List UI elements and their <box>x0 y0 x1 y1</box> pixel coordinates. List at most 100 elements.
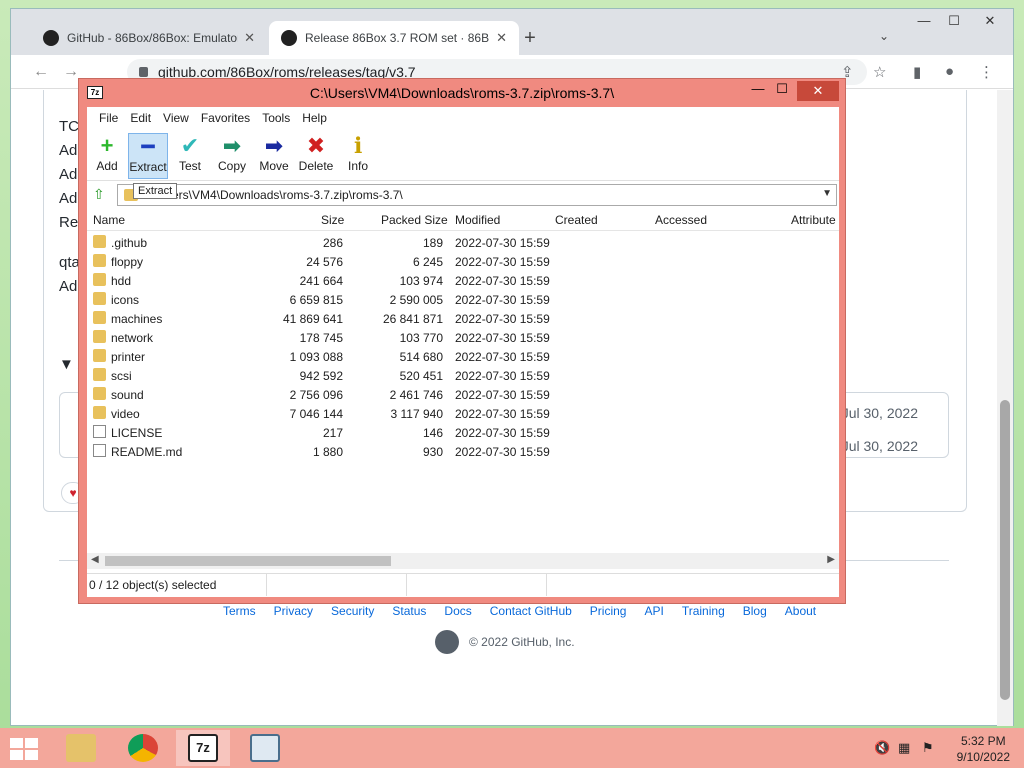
chevron-down-icon[interactable]: ▼ <box>822 188 832 199</box>
action-center-icon[interactable]: ⚑ <box>922 740 934 756</box>
menu-icon[interactable]: ⋮ <box>979 63 994 81</box>
side-panel-icon[interactable]: ▮ <box>913 63 921 81</box>
close-button[interactable]: ✕ <box>797 81 839 101</box>
text-stub: Re <box>59 214 79 231</box>
footer-link[interactable]: Blog <box>743 604 767 618</box>
file-row[interactable]: machines 41 869 641 26 841 871 2022-07-30 1… <box>87 309 839 328</box>
column-modified[interactable]: Modified <box>455 213 500 227</box>
footer-link[interactable]: Docs <box>444 604 471 618</box>
scrollbar-thumb[interactable] <box>1000 400 1010 700</box>
info-icon: ℹ <box>353 133 363 158</box>
folder-icon <box>93 406 106 419</box>
column-accessed[interactable]: Accessed <box>655 213 707 227</box>
scrollbar-thumb[interactable] <box>105 556 391 566</box>
horizontal-scrollbar[interactable]: ◀ ▶ <box>87 553 839 569</box>
file-packed-size: 26 841 871 <box>382 312 443 326</box>
file-row[interactable]: icons 6 659 815 2 590 005 2022-07-30 15:59 <box>87 290 839 309</box>
footer-link[interactable]: About <box>785 604 816 618</box>
add-button[interactable]: + Add <box>87 133 127 179</box>
scroll-left-icon[interactable]: ◀ <box>91 554 99 565</box>
clock[interactable]: 5:32 PM 9/10/2022 <box>957 733 1010 765</box>
bookmark-star-icon[interactable]: ☆ <box>873 63 886 81</box>
menu-favorites[interactable]: Favorites <box>195 111 256 125</box>
footer-link[interactable]: Terms <box>223 604 256 618</box>
forward-icon[interactable]: → <box>63 63 79 81</box>
close-tab-icon[interactable]: ✕ <box>496 30 507 46</box>
file-row[interactable]: .github 286 189 2022-07-30 15:59 <box>87 233 839 252</box>
network-icon[interactable]: ▦ <box>898 740 910 756</box>
file-row[interactable]: hdd 241 664 103 974 2022-07-30 15:59 <box>87 271 839 290</box>
maximize-button[interactable]: ☐ <box>939 13 969 29</box>
github-icon <box>281 30 297 46</box>
move-button[interactable]: ➡ Move <box>254 133 294 179</box>
window-icon <box>250 734 280 762</box>
tab-github-86box[interactable]: GitHub - 86Box/86Box: Emulator ✕ <box>31 21 267 55</box>
status-bar: 0 / 12 object(s) selected <box>87 573 839 596</box>
footer-link[interactable]: Privacy <box>274 604 313 618</box>
toolbar-label: Move <box>259 159 289 173</box>
back-icon[interactable]: ← <box>33 63 49 81</box>
minimize-button[interactable]: — <box>745 81 771 96</box>
file-row[interactable]: video 7 046 144 3 117 940 2022-07-30 15:59 <box>87 404 839 423</box>
volume-muted-icon[interactable]: 🔇 <box>874 740 890 756</box>
file-row[interactable]: sound 2 756 096 2 461 746 2022-07-30 15:59 <box>87 385 839 404</box>
delete-button[interactable]: ✖ Delete <box>296 133 336 179</box>
footer-link[interactable]: Contact GitHub <box>490 604 572 618</box>
status-cell <box>407 574 547 596</box>
file-name: scsi <box>111 369 132 383</box>
copy-button[interactable]: ➡ Copy <box>212 133 252 179</box>
column-name[interactable]: Name <box>93 213 125 227</box>
new-tab-button[interactable]: + <box>519 27 541 50</box>
copy-icon: ➡ <box>222 133 242 158</box>
maximize-button[interactable]: ☐ <box>769 81 795 97</box>
file-row[interactable]: printer 1 093 088 514 680 2022-07-30 15:59 <box>87 347 839 366</box>
close-window-button[interactable]: ✕ <box>975 13 1005 29</box>
file-explorer-task[interactable] <box>54 730 108 766</box>
menu-view[interactable]: View <box>157 111 195 125</box>
chrome-task[interactable] <box>116 730 170 766</box>
profile-icon[interactable]: ● <box>945 63 954 80</box>
minimize-button[interactable]: — <box>909 13 939 28</box>
column-attributes[interactable]: Attribute <box>791 213 836 227</box>
file-row[interactable]: scsi 942 592 520 451 2022-07-30 15:59 <box>87 366 839 385</box>
menu-help[interactable]: Help <box>296 111 333 125</box>
column-created[interactable]: Created <box>555 213 598 227</box>
footer-link[interactable]: API <box>644 604 663 618</box>
footer-link[interactable]: Pricing <box>590 604 627 618</box>
menu-edit[interactable]: Edit <box>124 111 157 125</box>
info-button[interactable]: ℹ Info <box>338 133 378 179</box>
start-button[interactable] <box>10 738 38 760</box>
menu-tools[interactable]: Tools <box>256 111 296 125</box>
folder-icon <box>93 330 106 343</box>
file-row[interactable]: floppy 24 576 6 245 2022-07-30 15:59 <box>87 252 839 271</box>
file-row[interactable]: network 178 745 103 770 2022-07-30 15:59 <box>87 328 839 347</box>
file-row[interactable]: README.md 1 880 930 2022-07-30 15:59 <box>87 442 839 461</box>
column-packed-size[interactable]: Packed Size <box>381 213 448 227</box>
path-combobox[interactable]: C:\Users\VM4\Downloads\roms-3.7.zip\roms… <box>117 184 837 206</box>
sevenzip-titlebar[interactable]: 7z C:\Users\VM4\Downloads\roms-3.7.zip\r… <box>79 79 845 107</box>
test-button[interactable]: ✔ Test <box>170 133 210 179</box>
file-modified: 2022-07-30 15:59 <box>455 350 550 364</box>
extract-button[interactable]: ━ Extract <box>128 133 168 179</box>
footer-link[interactable]: Training <box>682 604 725 618</box>
up-folder-icon[interactable]: ⇧ <box>93 186 109 202</box>
footer-link[interactable]: Status <box>392 604 426 618</box>
github-logo-icon[interactable] <box>435 630 459 654</box>
tab-release-roms[interactable]: Release 86Box 3.7 ROM set · 86B ✕ <box>269 21 519 55</box>
toolbar-label: Test <box>178 159 201 173</box>
menu-file[interactable]: File <box>93 111 124 125</box>
scroll-right-icon[interactable]: ▶ <box>827 554 835 565</box>
text-stub: qta <box>59 254 80 271</box>
footer-link[interactable]: Security <box>331 604 374 618</box>
folder-icon <box>93 349 106 362</box>
sevenzip-task[interactable]: 7z <box>176 730 230 766</box>
file-row[interactable]: LICENSE 217 146 2022-07-30 15:59 <box>87 423 839 442</box>
file-packed-size: 930 <box>422 445 443 459</box>
app-task[interactable] <box>238 730 292 766</box>
tab-search-icon[interactable]: ⌄ <box>879 29 889 43</box>
sevenzip-icon: 7z <box>188 734 218 762</box>
page-scrollbar[interactable] <box>997 90 1013 726</box>
close-tab-icon[interactable]: ✕ <box>244 30 255 46</box>
column-size[interactable]: Size <box>321 213 344 227</box>
tab-title: GitHub - 86Box/86Box: Emulator <box>67 31 239 45</box>
